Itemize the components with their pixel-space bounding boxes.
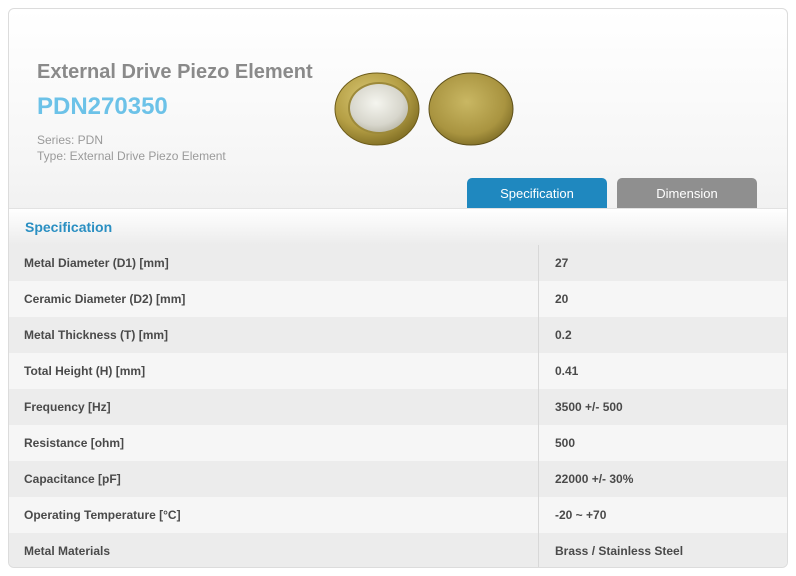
spec-value: 27 [555, 256, 569, 270]
tab-specification[interactable]: Specification [467, 178, 607, 208]
spec-value: 20 [555, 292, 569, 306]
product-type: Type: External Drive Piezo Element [37, 149, 226, 163]
spec-value: Brass / Stainless Steel [555, 544, 684, 558]
table-row: Operating Temperature [°C] -20 ~ +70 [9, 497, 787, 533]
table-row: Capacitance [pF] 22000 +/- 30% [9, 461, 787, 497]
spec-table: Metal Diameter (D1) [mm] 27 Ceramic Diam… [9, 245, 787, 567]
spec-section-title: Specification [25, 219, 113, 235]
product-series: Series: PDN [37, 133, 104, 147]
product-card: External Drive Piezo Element PDN270350 S… [8, 8, 788, 568]
table-row: Resistance [ohm] 500 [9, 425, 787, 461]
table-row: Ceramic Diameter (D2) [mm] 20 [9, 281, 787, 317]
spec-label: Capacitance [pF] [9, 461, 539, 497]
spec-section-header: Specification [9, 208, 787, 246]
tab-dimension[interactable]: Dimension [617, 178, 757, 208]
table-row: Frequency [Hz] 3500 +/- 500 [9, 389, 787, 425]
spec-label: Metal Diameter (D1) [mm] [9, 245, 539, 281]
spec-label: Operating Temperature [°C] [9, 497, 539, 533]
spec-value: 3500 +/- 500 [555, 400, 623, 414]
table-row: Metal Materials Brass / Stainless Steel [9, 533, 787, 567]
table-row: Metal Thickness (T) [mm] 0.2 [9, 317, 787, 353]
spec-value: 22000 +/- 30% [555, 472, 634, 486]
spec-label: Frequency [Hz] [9, 389, 539, 425]
product-title: External Drive Piezo Element [37, 61, 313, 83]
spec-label: Total Height (H) [mm] [9, 353, 539, 389]
table-row: Metal Diameter (D1) [mm] 27 [9, 245, 787, 281]
spec-value: -20 ~ +70 [555, 508, 607, 522]
product-model: PDN270350 [37, 93, 168, 120]
spec-value: 0.41 [555, 364, 579, 378]
spec-label: Ceramic Diameter (D2) [mm] [9, 281, 539, 317]
table-row: Total Height (H) [mm] 0.41 [9, 353, 787, 389]
spec-value: 0.2 [555, 328, 572, 342]
piezo-disc-back-icon [427, 71, 515, 152]
spec-label: Resistance [ohm] [9, 425, 539, 461]
spec-value: 500 [555, 436, 576, 450]
spec-label: Metal Materials [9, 533, 539, 567]
piezo-disc-front-icon [333, 71, 421, 152]
spec-label: Metal Thickness (T) [mm] [9, 317, 539, 353]
